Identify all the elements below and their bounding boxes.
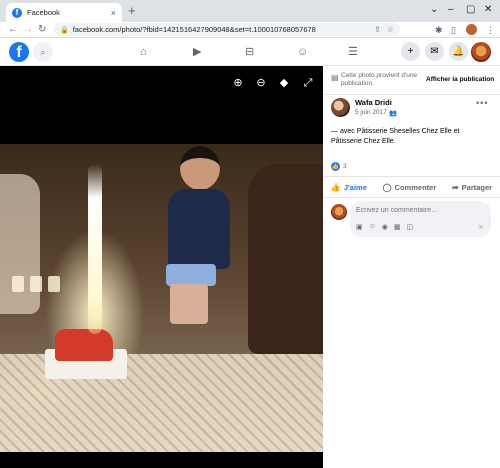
caption-prefix: — avec <box>331 128 357 135</box>
photo-sparkler <box>88 164 102 334</box>
reload-button[interactable]: ↻ <box>38 23 46 36</box>
like-label: J'aime <box>343 182 367 192</box>
photo-cup <box>30 276 42 292</box>
share-label: Partager <box>461 182 493 192</box>
photo-child-shorts <box>166 264 216 286</box>
post-caption: — avec Pâtisserie Sheselles Chez Elle et… <box>331 127 491 147</box>
new-tab-button[interactable]: + <box>128 4 136 18</box>
post-date[interactable]: 5 juin 2017 · <box>355 109 391 116</box>
commenter-avatar[interactable] <box>331 204 347 220</box>
author-name[interactable]: Wafa Dridi <box>355 98 392 107</box>
url-text[interactable]: facebook.com/photo/?fbid=142151642790904… <box>73 25 374 34</box>
notifications-button[interactable]: 🔔 <box>449 42 468 61</box>
comment-icon: ◯ <box>382 182 392 192</box>
share-button[interactable]: ➦ Partager <box>452 183 492 192</box>
home-icon[interactable]: ⌂ <box>140 45 147 59</box>
divider <box>323 94 500 95</box>
post-notice: ▤ Cette photo provient d'une publication… <box>331 70 496 92</box>
caption-mid: et <box>451 128 460 135</box>
menu-icon[interactable]: ⋮ <box>486 24 495 36</box>
photo-person-left <box>0 174 40 314</box>
minimize-button[interactable]: – <box>448 4 454 16</box>
address-bar[interactable]: 🔒 facebook.com/photo/?fbid=1421516427909… <box>54 23 400 36</box>
comment-box[interactable]: ▣ ☺ ◉ ▦ ◫ ➤ <box>350 201 491 237</box>
comment-input[interactable] <box>356 207 484 214</box>
browser-tab-strip: f Facebook × + ⌄ – ▢ ✕ <box>0 0 500 22</box>
zoom-out-icon[interactable]: ⊖ <box>254 76 268 90</box>
post-actions: 👍 J'aime ◯ Commenter ➦ Partager <box>323 179 500 195</box>
profile-icon[interactable] <box>466 24 477 35</box>
tag-icon[interactable]: ◆ <box>277 76 291 90</box>
groups-icon[interactable]: ☺ <box>297 45 308 59</box>
search-icon[interactable]: ⌕ <box>33 42 53 62</box>
maximize-button[interactable]: ▢ <box>466 4 475 16</box>
tagged-page-link-1[interactable]: Pâtisserie Sheselles Chez Elle <box>357 128 452 135</box>
photo-cup <box>48 276 60 292</box>
reaction-summary[interactable]: 👍 3 <box>331 162 347 171</box>
like-reaction-icon: 👍 <box>331 162 340 171</box>
thumbs-up-icon: 👍 <box>330 182 341 192</box>
video-icon[interactable]: ▶ <box>193 45 201 59</box>
caption-suffix: . <box>393 138 396 145</box>
photo[interactable] <box>0 144 323 452</box>
lock-icon[interactable]: 🔒 <box>60 26 69 34</box>
fullscreen-icon[interactable]: ⤢ <box>301 76 315 90</box>
plus-icon: + <box>407 46 414 57</box>
photo-child-body <box>168 189 230 269</box>
zoom-in-icon[interactable]: ⊕ <box>231 76 245 90</box>
post-panel: ▤ Cette photo provient d'une publication… <box>323 66 500 468</box>
friends-audience-icon: 👥 <box>389 110 398 117</box>
tab-search-icon[interactable]: ⌄ <box>430 4 438 16</box>
comment-button[interactable]: ◯ Commenter <box>383 183 437 192</box>
comment-tools: ▣ ☺ ◉ ▦ ◫ <box>356 223 419 231</box>
reaction-count[interactable]: 3 <box>343 163 347 170</box>
extensions-icon[interactable]: ✱ <box>435 24 443 36</box>
more-options-icon[interactable]: ••• <box>476 98 488 108</box>
photo-person-right <box>248 164 323 354</box>
facebook-top-nav: f ⌕ ⌂ ▶ ⊟ ☺ ☰ + ✉ 🔔 <box>0 38 500 66</box>
info-icon: ▤ <box>331 73 339 82</box>
menu-lines-icon[interactable]: ☰ <box>348 45 358 59</box>
send-icon[interactable]: ➤ <box>478 223 484 231</box>
sticker-icon[interactable]: ◫ <box>407 223 414 231</box>
photo-child-legs <box>170 284 208 324</box>
divider <box>323 197 500 198</box>
messenger-icon: ✉ <box>430 46 439 57</box>
like-button[interactable]: 👍 J'aime <box>331 183 367 192</box>
emoji-icon[interactable]: ☺ <box>369 223 376 231</box>
share-arrow-icon: ➦ <box>451 182 459 192</box>
close-window-button[interactable]: ✕ <box>484 4 492 16</box>
messenger-button[interactable]: ✉ <box>425 42 444 61</box>
create-button[interactable]: + <box>401 42 420 61</box>
divider <box>323 176 500 177</box>
gif-icon[interactable]: ▦ <box>394 223 401 231</box>
browser-tab[interactable]: f Facebook × <box>6 3 122 22</box>
photo-cup <box>12 276 24 292</box>
photo-cake <box>55 329 113 361</box>
author-avatar[interactable] <box>331 98 350 117</box>
photo-viewer: ⊕ ⊖ ◆ ⤢ <box>0 66 323 468</box>
star-icon[interactable]: ☆ <box>387 25 394 34</box>
bell-icon: 🔔 <box>452 46 465 57</box>
tagged-page-link-2[interactable]: Pâtisserie Chez Elle <box>331 138 394 145</box>
camera-icon[interactable]: ◉ <box>382 223 388 231</box>
tab-close-icon[interactable]: × <box>111 8 116 18</box>
view-post-link[interactable]: Afficher la publication <box>426 76 494 83</box>
comment-label: Commenter <box>394 182 437 192</box>
account-avatar[interactable] <box>471 42 491 62</box>
marketplace-icon[interactable]: ⊟ <box>245 45 254 59</box>
tab-title: Facebook <box>27 8 60 17</box>
sidebar-icon[interactable]: ▯ <box>451 24 456 36</box>
facebook-favicon: f <box>12 7 22 18</box>
facebook-logo[interactable]: f <box>9 42 29 62</box>
photo-child-head <box>180 146 220 190</box>
back-button[interactable]: ← <box>8 23 18 36</box>
browser-toolbar: ← → ↻ 🔒 facebook.com/photo/?fbid=1421516… <box>0 22 500 38</box>
forward-button[interactable]: → <box>23 23 33 36</box>
avatar-sticker-icon[interactable]: ▣ <box>356 223 363 231</box>
notice-text: Cette photo provient d'une publication. <box>341 72 418 87</box>
share-icon[interactable]: ⇪ <box>374 25 381 34</box>
